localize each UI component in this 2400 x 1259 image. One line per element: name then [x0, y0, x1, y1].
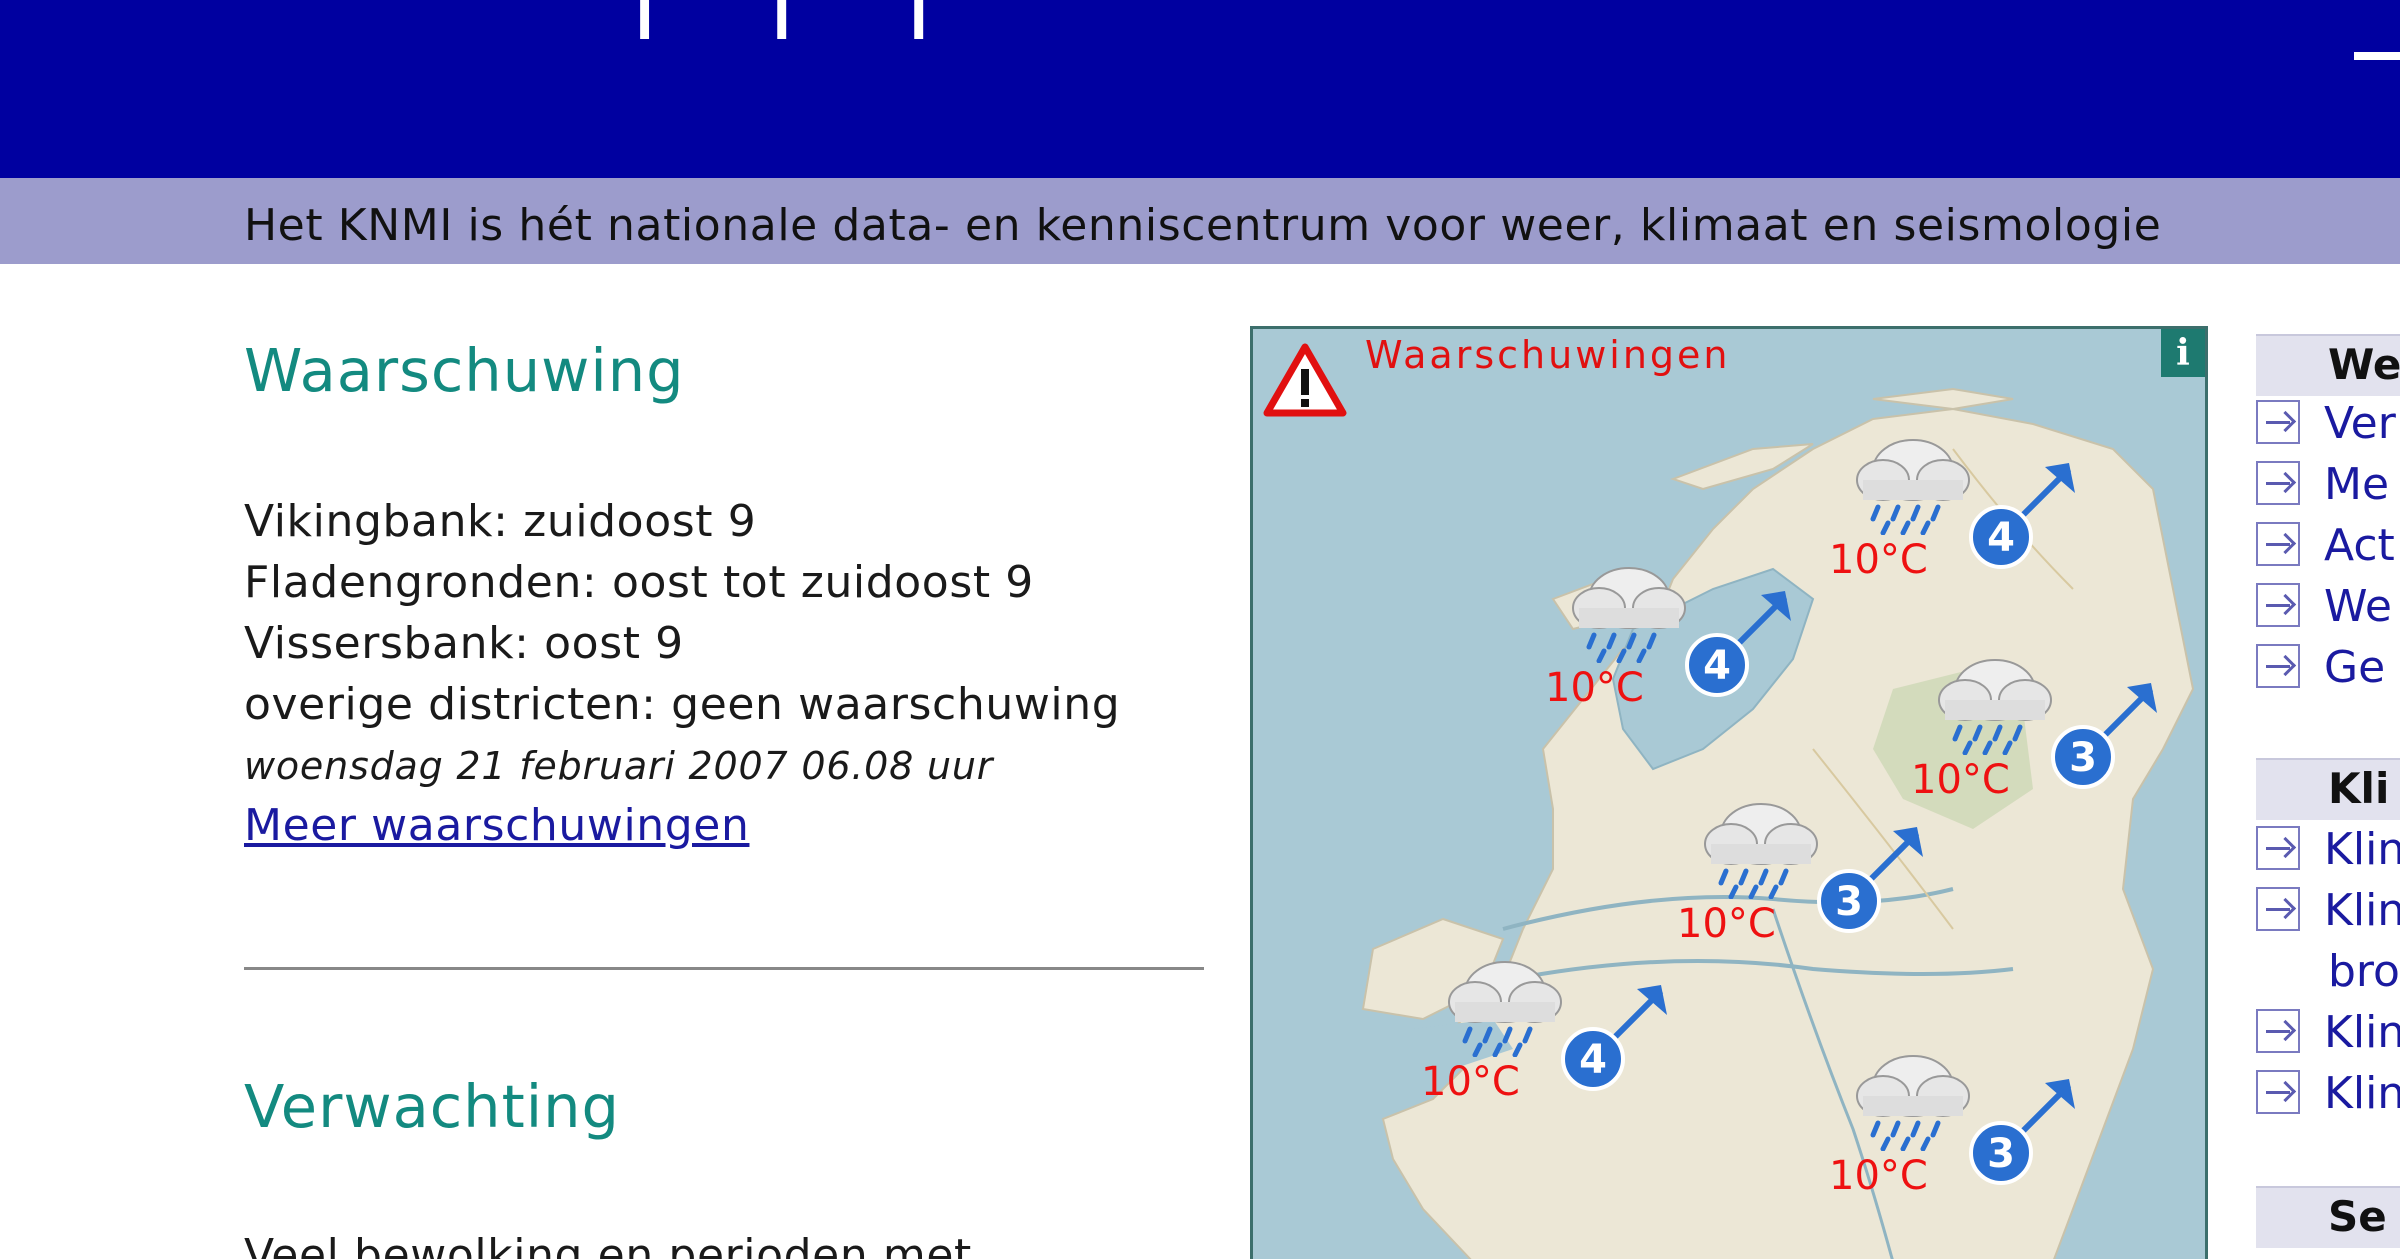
weather-location[interactable]: 10°C 3	[1829, 1041, 2093, 1241]
forecast-title: Verwachting	[244, 1072, 620, 1141]
sidebar-link[interactable]: Ge	[2256, 642, 2385, 693]
warning-date: woensdag 21 februari 2007 06.08 uur	[244, 744, 994, 788]
arrow-right-icon	[2256, 522, 2300, 566]
site-header: | | |	[0, 0, 2400, 178]
section-divider	[244, 967, 1204, 970]
sidebar-heading: We	[2256, 334, 2400, 396]
map-title: Waarschuwingen	[1365, 333, 1731, 377]
weather-location[interactable]: 10°C 3	[1911, 645, 2175, 845]
sidebar: We Ver Me Act We Ge Kli Klin Klin bro Kl…	[2256, 326, 2400, 1259]
weather-location[interactable]: 10°C 3	[1677, 789, 1941, 989]
sidebar-link[interactable]: Klin	[2256, 1068, 2400, 1119]
warning-line: Fladengronden: oost tot zuidoost 9	[244, 557, 1034, 608]
sidebar-heading: Kli	[2256, 758, 2400, 820]
sidebar-link[interactable]: We	[2256, 581, 2392, 632]
wind-force-label: 3	[1835, 879, 1863, 925]
wind-arrow-icon: 3	[1969, 1079, 2075, 1185]
sidebar-link[interactable]: Klin	[2256, 1007, 2400, 1058]
tagline: Het KNMI is hét nationale data- en kenni…	[244, 200, 2162, 251]
more-warnings-link[interactable]: Meer waarschuwingen	[244, 800, 749, 851]
temperature-label: 10°C	[1545, 665, 1644, 711]
temperature-label: 10°C	[1829, 1153, 1928, 1199]
rain-cloud-icon	[1704, 803, 1818, 899]
rain-cloud-icon	[1856, 439, 1970, 535]
info-icon[interactable]: i	[2161, 329, 2205, 377]
weather-map[interactable]: Waarschuwingen i 10°C 4 10°C 4 10°C 3 10…	[1250, 326, 2208, 1259]
weather-location[interactable]: 10°C 4	[1829, 425, 2093, 625]
sidebar-link[interactable]: Klin	[2256, 824, 2400, 875]
site-title-fragment: | | |	[630, 0, 973, 39]
rain-cloud-icon	[1856, 1055, 1970, 1151]
arrow-right-icon	[2256, 1009, 2300, 1053]
weather-location[interactable]: 10°C 4	[1421, 947, 1685, 1147]
wind-arrow-icon: 3	[2051, 683, 2157, 789]
warning-line: Vissersbank: oost 9	[244, 618, 684, 669]
arrow-right-icon	[2256, 1070, 2300, 1114]
sidebar-link[interactable]: Ver	[2256, 398, 2396, 449]
arrow-right-icon	[2256, 461, 2300, 505]
wind-force-label: 3	[1987, 1131, 2015, 1177]
rain-cloud-icon	[1572, 567, 1686, 663]
sidebar-link[interactable]: Klin	[2256, 885, 2400, 936]
header-corner-mark	[2354, 52, 2400, 60]
arrow-right-icon	[2256, 400, 2300, 444]
warning-line: overige districten: geen waarschuwing	[244, 679, 1121, 730]
temperature-label: 10°C	[1677, 901, 1776, 947]
warning-line: Vikingbank: zuidoost 9	[244, 496, 757, 547]
wind-arrow-icon: 4	[1969, 463, 2075, 569]
rain-cloud-icon	[1448, 961, 1562, 1057]
wind-arrow-icon: 4	[1561, 985, 1667, 1091]
arrow-right-icon	[2256, 583, 2300, 627]
sidebar-link-continuation[interactable]: bro	[2256, 946, 2400, 997]
sidebar-heading: Se	[2256, 1186, 2400, 1248]
tagline-bar: Het KNMI is hét nationale data- en kenni…	[0, 178, 2400, 264]
sidebar-link[interactable]: Act	[2256, 520, 2395, 571]
wind-arrow-icon: 4	[1685, 591, 1791, 697]
forecast-text: Veel bewolking en perioden met	[244, 1230, 972, 1259]
wind-force-label: 4	[1987, 515, 2015, 561]
warning-triangle-icon	[1263, 343, 1347, 417]
wind-arrow-icon: 3	[1817, 827, 1923, 933]
rain-cloud-icon	[1938, 659, 2052, 755]
warning-title: Waarschuwing	[244, 336, 685, 405]
sidebar-link[interactable]: Me	[2256, 459, 2389, 510]
arrow-right-icon	[2256, 644, 2300, 688]
wind-force-label: 4	[1579, 1037, 1607, 1083]
wind-force-label: 3	[2069, 735, 2097, 781]
temperature-label: 10°C	[1829, 537, 1928, 583]
arrow-right-icon	[2256, 826, 2300, 870]
wind-force-label: 4	[1703, 643, 1731, 689]
arrow-right-icon	[2256, 887, 2300, 931]
weather-location[interactable]: 10°C 4	[1545, 553, 1809, 753]
temperature-label: 10°C	[1421, 1059, 1520, 1105]
